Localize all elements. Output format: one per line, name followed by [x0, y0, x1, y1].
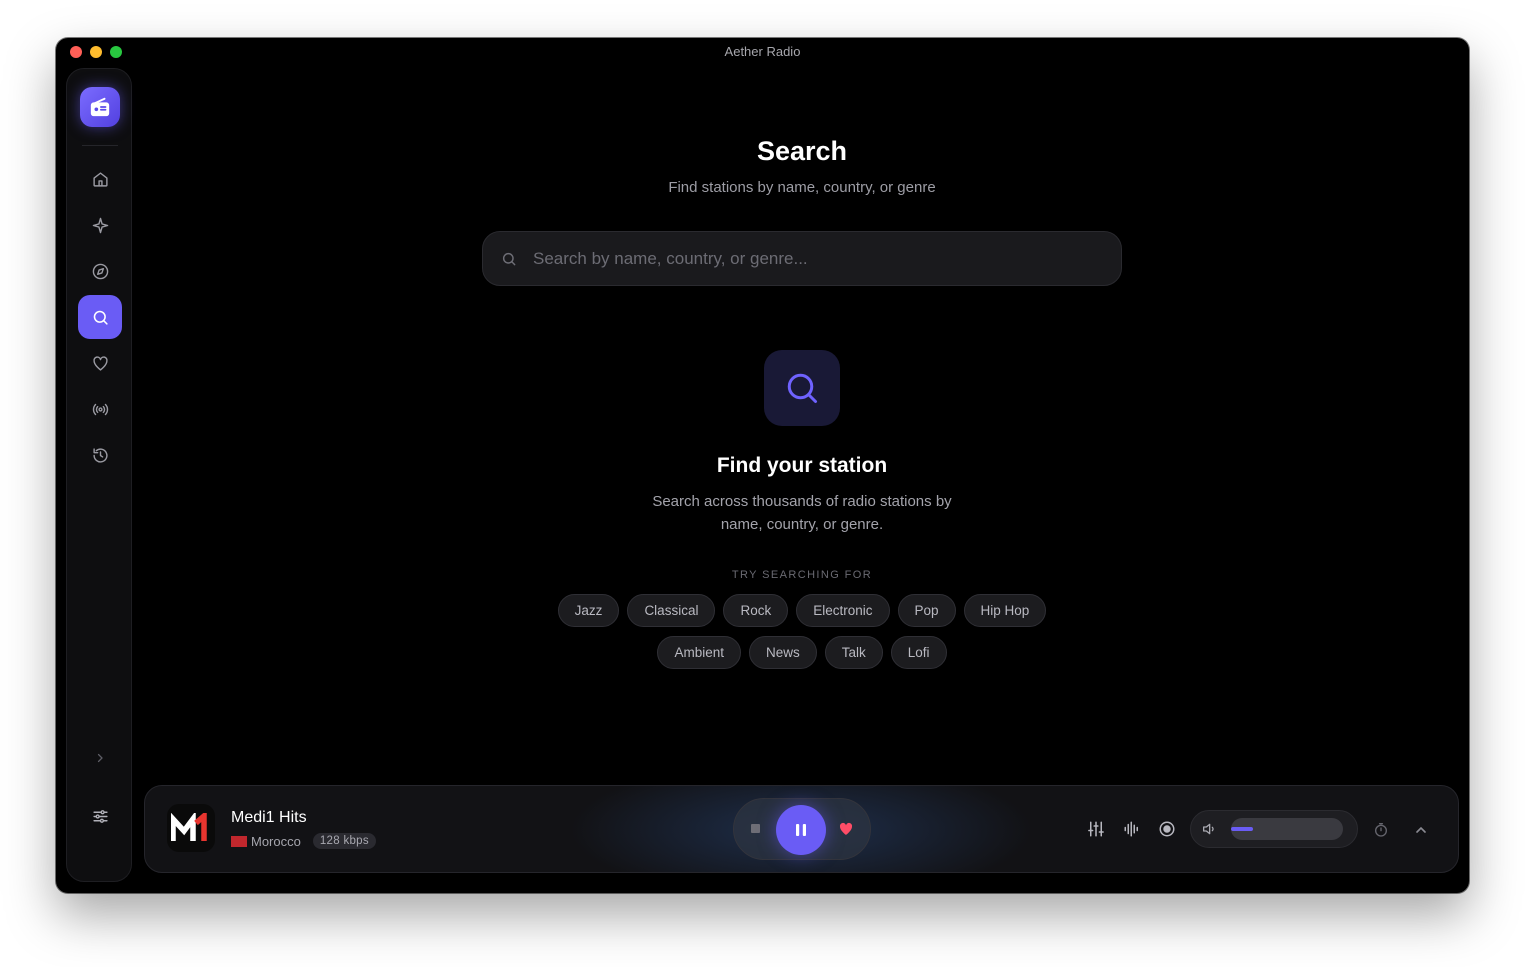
settings-button[interactable]	[78, 794, 122, 838]
search-input[interactable]	[531, 247, 1095, 270]
station-name: Medi1 Hits	[231, 809, 307, 826]
volume-control	[1190, 810, 1358, 848]
radio-icon	[90, 97, 110, 117]
chevron-up-icon[interactable]	[1413, 822, 1429, 838]
suggestion-chip-electronic[interactable]: Electronic	[796, 594, 890, 627]
sidebar	[66, 68, 132, 882]
empty-state-icon	[764, 350, 840, 426]
volume-slider-fill	[1231, 827, 1254, 831]
suggestion-chips-row: Jazz Classical Rock Electronic Pop Hip H…	[144, 594, 1460, 627]
suggestion-chips-row: Ambient News Talk Lofi	[144, 636, 1460, 669]
app-logo[interactable]	[80, 87, 120, 127]
equalizer-icon[interactable]	[1087, 820, 1105, 838]
window-title: Aether Radio	[724, 44, 801, 59]
speaker-icon[interactable]	[1201, 821, 1217, 837]
search-icon	[502, 252, 516, 265]
sleep-timer-icon[interactable]	[1373, 822, 1389, 838]
favorite-heart-icon[interactable]	[838, 821, 854, 837]
sidebar-item-history[interactable]	[78, 433, 122, 477]
expand-sidebar-button[interactable]	[91, 749, 109, 767]
morocco-flag-icon	[231, 835, 247, 847]
broadcast-icon	[92, 403, 108, 415]
pause-button[interactable]	[776, 805, 826, 855]
sidebar-item-explore[interactable]	[78, 249, 122, 293]
heart-icon	[92, 355, 108, 371]
search-icon	[787, 373, 817, 403]
app-window: Aether Radio Search Find stations by nam…	[56, 38, 1469, 893]
compass-icon	[92, 263, 108, 279]
station-country: Morocco	[251, 833, 301, 849]
sliders-icon	[92, 809, 108, 823]
suggestion-chip-pop[interactable]: Pop	[897, 594, 956, 627]
chevron-right-icon	[97, 753, 103, 763]
sidebar-item-for-you[interactable]	[78, 203, 122, 247]
suggestion-chip-talk[interactable]: Talk	[824, 636, 883, 669]
bitrate-badge: 128 kbps	[312, 833, 376, 849]
home-icon	[92, 171, 108, 187]
suggestion-chip-classical[interactable]: Classical	[627, 594, 716, 627]
search-bar[interactable]	[482, 231, 1122, 286]
suggestion-chip-rock[interactable]: Rock	[723, 594, 789, 627]
suggestion-chip-hip-hop[interactable]: Hip Hop	[963, 594, 1047, 627]
empty-state-description: Search across thousands of radio station…	[144, 490, 1460, 536]
suggestion-chip-news[interactable]: News	[748, 636, 817, 669]
station-logo-icon	[171, 813, 207, 841]
empty-state-title: Find your station	[716, 454, 888, 477]
stop-button[interactable]	[751, 824, 760, 833]
sidebar-item-home[interactable]	[78, 157, 122, 201]
page-subtitle: Find stations by name, country, or genre	[668, 179, 936, 196]
station-meta: Morocco 128 kbps	[231, 833, 376, 849]
empty-state-description-line: name, country, or genre.	[720, 516, 884, 533]
page-title: Search	[756, 136, 848, 166]
suggestion-chip-ambient[interactable]: Ambient	[657, 636, 741, 669]
sidebar-item-live[interactable]	[78, 387, 122, 431]
station-artwork[interactable]	[167, 804, 215, 852]
suggestion-chip-lofi[interactable]: Lofi	[890, 636, 947, 669]
volume-slider[interactable]	[1231, 818, 1343, 840]
record-icon[interactable]	[1158, 820, 1176, 838]
history-icon	[92, 447, 108, 463]
search-icon	[93, 310, 108, 325]
playback-controls	[733, 798, 871, 860]
suggestion-chip-jazz[interactable]: Jazz	[557, 594, 620, 627]
sidebar-item-search[interactable]	[78, 295, 122, 339]
suggestions-label: TRY SEARCHING FOR	[731, 569, 873, 581]
sparkle-icon	[92, 217, 108, 233]
pause-icon	[796, 824, 806, 836]
waveform-icon[interactable]	[1123, 820, 1141, 838]
now-playing-bar: Medi1 Hits Morocco 128 kbps	[144, 785, 1459, 873]
empty-state-description-line: Search across thousands of radio station…	[652, 493, 952, 510]
sidebar-divider	[82, 145, 118, 146]
sidebar-item-favorites[interactable]	[78, 341, 122, 385]
